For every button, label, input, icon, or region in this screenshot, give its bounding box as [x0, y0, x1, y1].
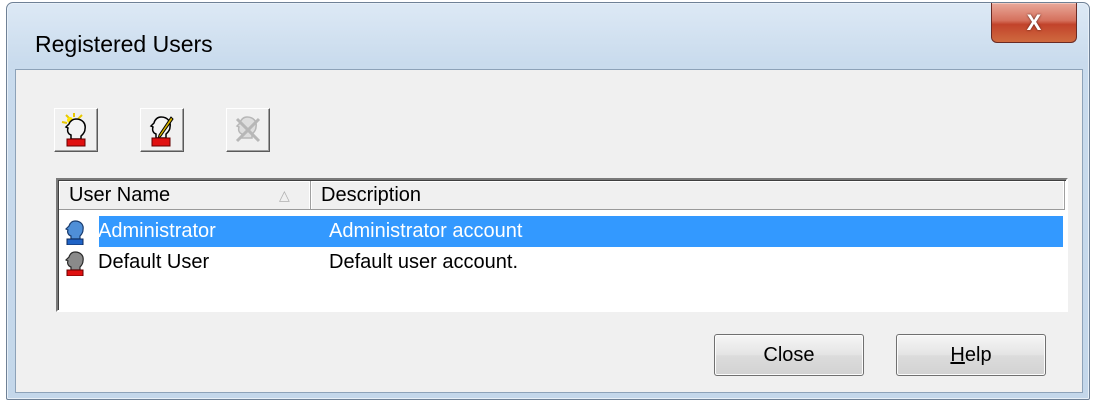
user-gray-icon — [64, 250, 84, 276]
user-description: Administrator account — [329, 220, 523, 242]
user-name: Default User — [98, 251, 210, 273]
edit-user-button[interactable] — [140, 108, 184, 152]
column-header-description[interactable]: Description — [311, 181, 1065, 209]
window-title: Registered Users — [35, 31, 213, 57]
column-header-user-name[interactable]: User Name △ — [59, 181, 311, 209]
edit-user-icon — [149, 116, 174, 147]
column-label: User Name — [69, 184, 171, 206]
delete-user-button — [226, 108, 270, 152]
selection-highlight — [99, 216, 1063, 247]
list-item[interactable]: Default User Default user account. — [61, 247, 1063, 278]
user-name-cell: Administrator — [61, 216, 220, 247]
user-name-cell: Default User — [61, 247, 213, 278]
users-list[interactable]: User Name △ Description Administrator Ad… — [56, 178, 1068, 312]
dialog-window: Registered Users X User Name △ Descripti… — [6, 2, 1090, 400]
delete-user-icon — [235, 116, 261, 143]
help-button[interactable]: Help — [896, 334, 1046, 376]
close-icon: X — [1026, 9, 1042, 35]
user-description: Default user account. — [329, 251, 518, 273]
user-blue-icon — [64, 219, 84, 245]
window-close-button[interactable]: X — [991, 3, 1077, 43]
list-item[interactable]: Administrator Administrator account — [61, 216, 1063, 247]
add-user-icon — [61, 113, 86, 147]
column-label: Description — [321, 184, 422, 206]
add-user-button[interactable] — [54, 108, 98, 152]
dialog-client-area: User Name △ Description Administrator Ad… — [15, 69, 1083, 393]
sort-ascending-icon: △ — [279, 187, 290, 203]
user-name: Administrator — [98, 220, 216, 242]
help-button-label: Help — [950, 343, 992, 366]
close-button-label: Close — [763, 343, 815, 366]
close-button[interactable]: Close — [714, 334, 864, 376]
list-header: User Name △ Description — [59, 181, 1065, 210]
